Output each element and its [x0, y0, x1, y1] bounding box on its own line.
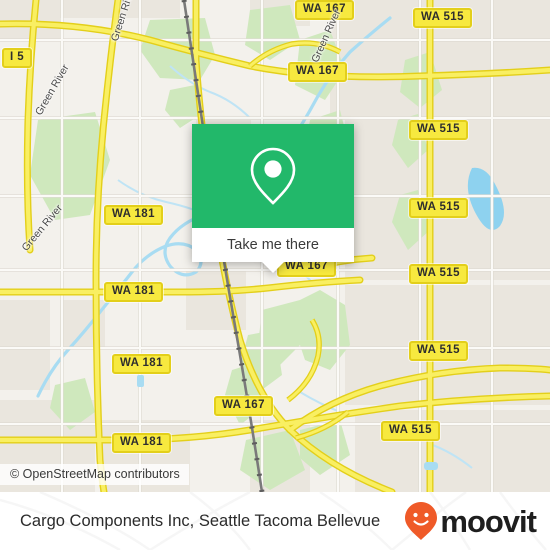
shield-wa-515-e: WA 515: [409, 341, 468, 361]
take-me-there-button[interactable]: Take me there: [192, 228, 354, 262]
shield-wa-515-d: WA 515: [409, 264, 468, 284]
shield-wa-515-b: WA 515: [409, 120, 468, 140]
shield-wa-181-b: WA 181: [104, 282, 163, 302]
moovit-wordmark: moovit: [440, 503, 537, 539]
location-popup[interactable]: Take me there: [192, 124, 354, 273]
map-pin-icon: [250, 147, 296, 205]
map-screenshot: I 5 WA 167 WA 167 WA 515 WA 515 WA 515 W…: [0, 0, 550, 550]
shield-wa-515-f: WA 515: [381, 421, 440, 441]
location-title: Cargo Components Inc, Seattle Tacoma Bel…: [20, 511, 381, 530]
map-canvas[interactable]: I 5 WA 167 WA 167 WA 515 WA 515 WA 515 W…: [0, 0, 550, 492]
shield-wa-181-d: WA 181: [112, 433, 171, 453]
shield-wa-167-c: WA 167: [214, 396, 273, 416]
moovit-smile-pin-icon: [405, 502, 438, 540]
shield-wa-167-a: WA 167: [295, 0, 354, 20]
shield-wa-181-c: WA 181: [112, 354, 171, 374]
moovit-logo[interactable]: moovit: [404, 501, 537, 541]
footer-bar: Cargo Components Inc, Seattle Tacoma Bel…: [0, 492, 550, 550]
shield-wa-515-a: WA 515: [413, 8, 472, 28]
shield-wa-515-c: WA 515: [409, 198, 468, 218]
popup-header: [192, 124, 354, 228]
shield-i-5: I 5: [2, 48, 32, 68]
take-me-there-label: Take me there: [227, 237, 319, 253]
popup-tail: [262, 262, 284, 273]
map-attribution[interactable]: © OpenStreetMap contributors: [0, 464, 189, 485]
shield-wa-181-a: WA 181: [104, 205, 163, 225]
shield-wa-167-b: WA 167: [288, 62, 347, 82]
